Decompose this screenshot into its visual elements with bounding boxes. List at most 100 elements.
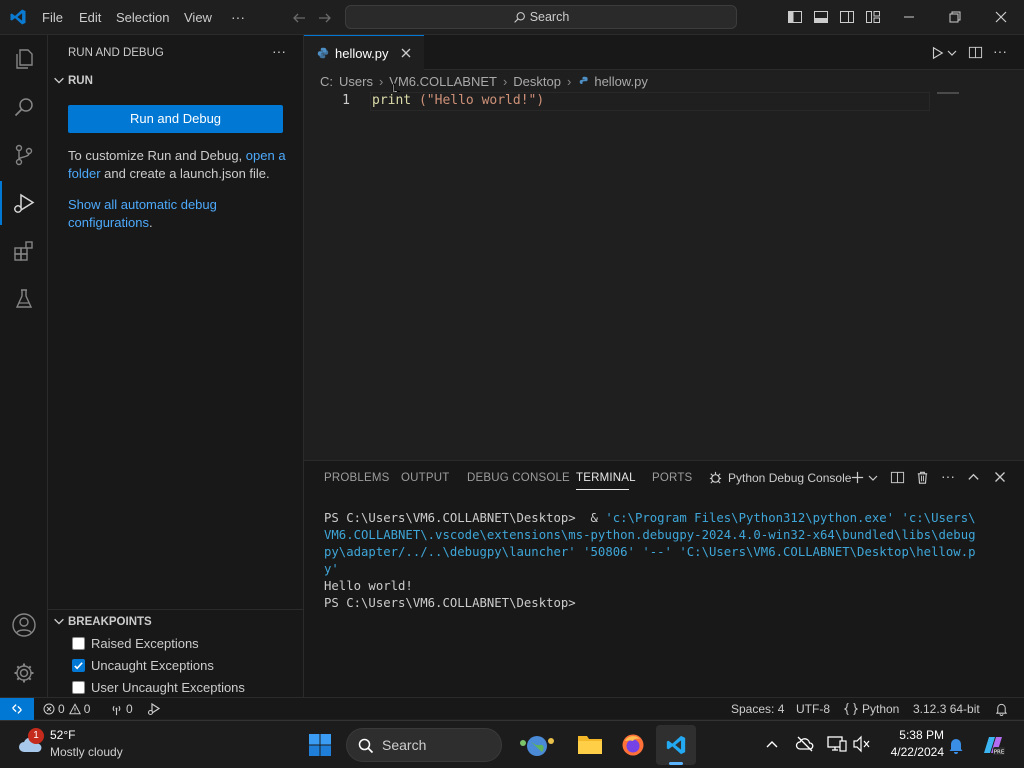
- editor-area[interactable]: 1 print ("Hello world!"): [304, 92, 1024, 460]
- maximize-panel-chevron-up-icon[interactable]: [967, 471, 980, 484]
- weather-description[interactable]: Mostly cloudy: [50, 745, 123, 759]
- show-debug-configs-link[interactable]: Show all automatic debug: [68, 197, 217, 212]
- close-tab-icon[interactable]: [401, 48, 411, 58]
- editor-more-icon[interactable]: ···: [993, 43, 1007, 59]
- run-section-header[interactable]: RUN: [68, 72, 93, 90]
- onedrive-offline-icon[interactable]: [795, 735, 815, 753]
- search-view-icon[interactable]: [0, 83, 48, 131]
- toggle-primary-sidebar-icon[interactable]: [787, 9, 803, 25]
- terminal-options-chevron-icon[interactable]: [868, 473, 878, 483]
- interpreter-status[interactable]: 3.12.3 64-bit: [913, 698, 980, 720]
- notifications-bell-icon[interactable]: [995, 702, 1008, 716]
- problems-status[interactable]: 0 0: [43, 698, 90, 720]
- notifications-bell-icon[interactable]: [948, 736, 964, 754]
- clock-date[interactable]: 4/22/2024: [884, 745, 944, 759]
- language-mode-status[interactable]: Python: [862, 698, 899, 720]
- breakpoint-raised-exceptions[interactable]: Raised Exceptions: [72, 632, 199, 654]
- show-hidden-icons-chevron-icon[interactable]: [765, 738, 779, 750]
- checkbox[interactable]: [72, 680, 85, 694]
- split-terminal-icon[interactable]: [890, 470, 905, 485]
- search-label: Search: [346, 6, 736, 28]
- terminal-prompt[interactable]: PS C:\Users\VM6.COLLABNET\Desktop>: [324, 595, 1014, 612]
- panel-more-icon[interactable]: ···: [941, 468, 955, 484]
- menu-edit[interactable]: Edit: [79, 0, 101, 35]
- show-debug-configs-link-cont[interactable]: configurations: [68, 215, 149, 230]
- back-arrow-icon[interactable]: [291, 10, 307, 26]
- accounts-icon[interactable]: [0, 601, 48, 649]
- vscode-taskbar-button[interactable]: [656, 725, 696, 765]
- tab-debug-console[interactable]: DEBUG CONSOLE: [467, 461, 570, 495]
- breakpoint-uncaught-exceptions[interactable]: Uncaught Exceptions: [72, 654, 214, 676]
- breakpoints-header[interactable]: BREAKPOINTS: [68, 613, 152, 631]
- forwarded-ports-status[interactable]: 0: [110, 698, 133, 720]
- taskbar-search[interactable]: Search: [346, 728, 554, 762]
- weather-temperature[interactable]: 52°F: [50, 728, 75, 742]
- explorer-icon[interactable]: [0, 35, 48, 83]
- windows-start-icon[interactable]: [309, 734, 331, 756]
- firefox-browser-icon[interactable]: [621, 733, 645, 757]
- encoding-status[interactable]: UTF-8: [796, 698, 830, 720]
- toggle-secondary-sidebar-icon[interactable]: [839, 9, 855, 25]
- run-python-file-icon[interactable]: [930, 46, 944, 60]
- copilot-icon[interactable]: PRE: [980, 733, 1006, 757]
- terminal-line: y': [324, 562, 339, 576]
- checkbox-checked[interactable]: [72, 658, 85, 672]
- chevron-down-icon[interactable]: [52, 73, 66, 87]
- indentation-status[interactable]: Spaces: 4: [731, 698, 784, 720]
- run-and-debug-button[interactable]: Run and Debug: [68, 105, 283, 133]
- run-and-debug-icon[interactable]: [0, 179, 48, 227]
- breadcrumb-item[interactable]: hellow.py: [594, 74, 647, 89]
- new-terminal-plus-icon[interactable]: [850, 470, 865, 485]
- close-panel-icon[interactable]: [994, 471, 1006, 483]
- menu-file[interactable]: File: [42, 0, 63, 35]
- chevron-down-icon[interactable]: [52, 614, 66, 628]
- tab-label: hellow.py: [335, 45, 389, 61]
- python-file-icon: [579, 76, 590, 87]
- tab-ports[interactable]: PORTS: [652, 461, 692, 495]
- forward-arrow-icon[interactable]: [317, 10, 333, 26]
- debug-status-icon[interactable]: [147, 702, 161, 716]
- settings-gear-icon[interactable]: [0, 649, 48, 697]
- search-highlight-globe-icon: [515, 733, 557, 759]
- section-divider: [48, 609, 304, 610]
- breadcrumb-item[interactable]: C:: [320, 74, 333, 89]
- toggle-panel-icon[interactable]: [813, 9, 829, 25]
- terminal-line: VM6.COLLABNET\.vscode\extensions\ms-pyth…: [324, 528, 976, 542]
- customize-layout-icon[interactable]: [865, 9, 881, 25]
- open-folder-link[interactable]: open a: [246, 148, 286, 163]
- restore-icon[interactable]: [948, 10, 962, 24]
- code-line[interactable]: print ("Hello world!"): [372, 93, 544, 108]
- terminal-selector[interactable]: Python Debug Console: [728, 461, 851, 495]
- extensions-icon[interactable]: [0, 227, 48, 275]
- command-center-search[interactable]: Search: [345, 5, 737, 29]
- menu-selection[interactable]: Selection: [116, 0, 169, 35]
- volume-muted-icon[interactable]: [852, 735, 872, 753]
- kill-terminal-trash-icon[interactable]: [915, 470, 930, 485]
- breadcrumb-item[interactable]: Desktop: [513, 74, 561, 89]
- active-app-indicator: [669, 762, 683, 765]
- windows-taskbar: 1 52°F Mostly cloudy Search 5:38 PM 4/22…: [0, 720, 1024, 768]
- tab-hellow-py[interactable]: hellow.py: [304, 35, 424, 70]
- display-settings-icon[interactable]: [827, 735, 847, 753]
- clock-time[interactable]: 5:38 PM: [884, 728, 944, 742]
- sidebar-more-icon[interactable]: ···: [272, 43, 286, 59]
- menu-more[interactable]: ···: [231, 0, 245, 35]
- breakpoint-user-uncaught-exceptions[interactable]: User Uncaught Exceptions: [72, 676, 245, 698]
- open-folder-link-cont[interactable]: folder: [68, 166, 101, 181]
- close-window-icon[interactable]: [994, 10, 1008, 24]
- remote-indicator[interactable]: [0, 698, 34, 720]
- tab-output[interactable]: OUTPUT: [401, 461, 449, 495]
- source-control-icon[interactable]: [0, 131, 48, 179]
- minimize-icon[interactable]: [902, 10, 916, 24]
- menu-view[interactable]: View: [184, 0, 212, 35]
- run-options-chevron-icon[interactable]: [947, 48, 957, 58]
- python-file-icon: [317, 47, 329, 59]
- checkbox[interactable]: [72, 636, 85, 650]
- breadcrumb-item[interactable]: Users: [339, 74, 373, 89]
- file-explorer-folder-icon[interactable]: [577, 733, 603, 755]
- tab-problems[interactable]: PROBLEMS: [324, 461, 390, 495]
- testing-flask-icon[interactable]: [0, 275, 48, 323]
- breadcrumb-item[interactable]: VM6.COLLABNET: [389, 74, 497, 89]
- split-editor-icon[interactable]: [968, 45, 983, 60]
- minimap[interactable]: [937, 92, 959, 94]
